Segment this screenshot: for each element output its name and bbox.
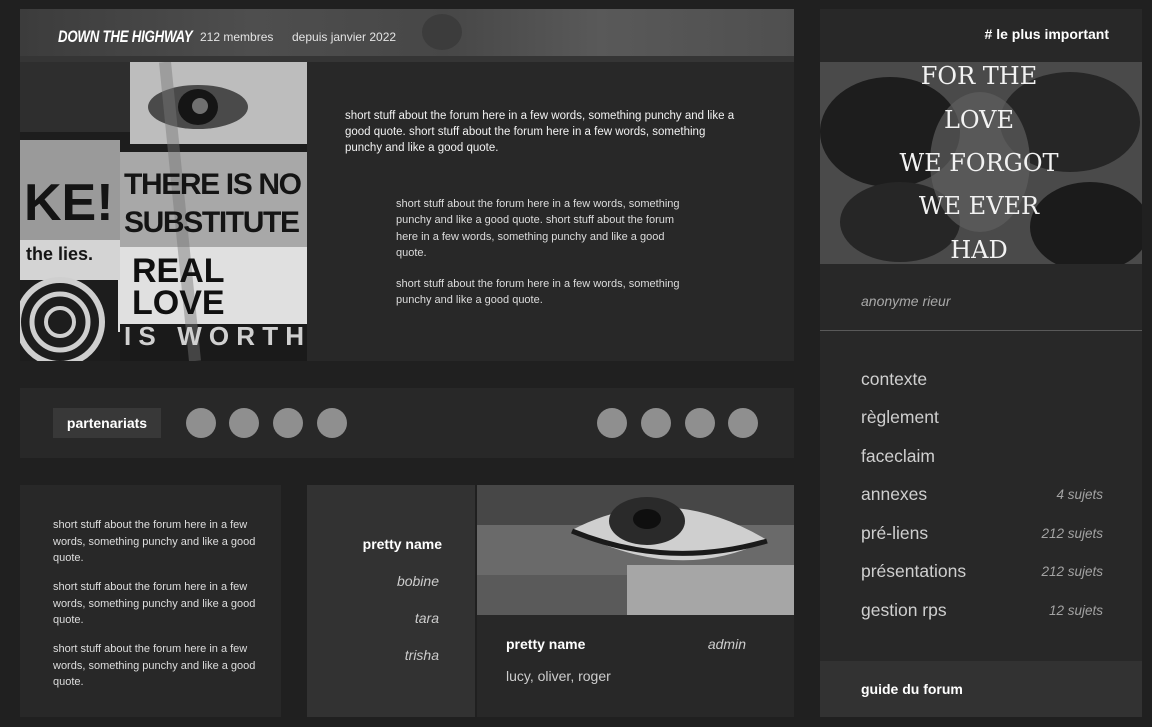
collage-word: KE!	[24, 174, 114, 232]
collage-word: THERE IS NO	[124, 168, 302, 201]
partner-avatar[interactable]	[273, 408, 303, 438]
sidebar-item-count: 12 sujets	[1048, 603, 1103, 618]
sidebar-item-label: faceclaim	[861, 446, 935, 466]
profile-title: pretty name	[506, 636, 586, 652]
artwork-line: FOR THE	[921, 62, 1037, 90]
info-paragraph: short stuff about the forum here in a fe…	[53, 581, 256, 626]
hero-quote-secondary: short stuff about the forum here in a fe…	[396, 198, 680, 259]
profile-card: pretty name admin lucy, oliver, roger	[477, 485, 794, 717]
sidebar-item-label: gestion rps	[861, 600, 947, 620]
header-tree-silhouette	[422, 14, 462, 50]
name-link[interactable]: trisha	[405, 647, 439, 663]
sidebar-item-count: 4 sujets	[1056, 487, 1103, 502]
sidebar-item-faceclaim[interactable]: faceclaim	[861, 446, 1111, 468]
artwork-line: WE EVER	[919, 192, 1040, 220]
partner-avatar[interactable]	[317, 408, 347, 438]
collage-word: LOVE	[132, 284, 225, 322]
partner-avatar[interactable]	[597, 408, 627, 438]
info-paragraph: short stuff about the forum here in a fe…	[53, 643, 256, 688]
partners-panel: partenariats	[20, 388, 794, 458]
collage-word: IS WORTH	[124, 321, 304, 351]
sidebar-item-label: pré-liens	[861, 523, 929, 543]
sidebar-username[interactable]: anonyme rieur	[861, 293, 951, 309]
partner-avatar[interactable]	[728, 408, 758, 438]
sidebar-divider	[820, 330, 1142, 331]
partner-avatar[interactable]	[229, 408, 259, 438]
sidebar-item-reglement[interactable]: règlement	[861, 407, 1111, 429]
sidebar-item-pre-liens[interactable]: pré-liens 212 sujets	[861, 523, 1111, 545]
partner-avatar[interactable]	[186, 408, 216, 438]
info-panel: short stuff about the forum here in a fe…	[20, 485, 281, 717]
sidebar-item-contexte[interactable]: contexte	[861, 369, 1111, 391]
hero-panel: DOWN THE HIGHWAY 212 membres depuis janv…	[20, 9, 794, 361]
sidebar-item-label: présentations	[861, 561, 967, 581]
eye-closeup-image	[477, 485, 794, 615]
sidebar-item-annexes[interactable]: annexes 4 sujets	[861, 484, 1111, 506]
site-title[interactable]: DOWN THE HIGHWAY	[58, 27, 193, 47]
quote-artwork-image: FOR THE LOVE WE FORGOT WE EVER HAD	[820, 62, 1142, 264]
sidebar-item-count: 212 sujets	[1041, 526, 1103, 541]
sidebar-item-label: contexte	[861, 369, 928, 389]
hero-quote-primary: short stuff about the forum here in a fe…	[345, 110, 735, 154]
names-title: pretty name	[362, 536, 442, 552]
collage-word: SUBSTITUTE	[124, 206, 300, 239]
sidebar-item-label: annexes	[861, 484, 928, 504]
sidebar-item-label: règlement	[861, 407, 939, 427]
since-date: depuis janvier 2022	[292, 30, 397, 44]
sidebar-item-count: 212 sujets	[1041, 564, 1103, 579]
partner-avatar[interactable]	[641, 408, 671, 438]
partners-button[interactable]: partenariats	[53, 408, 161, 438]
info-paragraph: short stuff about the forum here in a fe…	[53, 519, 256, 564]
collage-word: the lies.	[26, 244, 93, 264]
hero-header: DOWN THE HIGHWAY 212 membres depuis janv…	[20, 9, 794, 62]
artwork-line: HAD	[950, 236, 1008, 264]
name-link[interactable]: bobine	[397, 573, 439, 589]
sidebar-heading: # le plus important	[984, 26, 1109, 42]
profile-role: admin	[707, 636, 746, 652]
names-panel: pretty name bobine tara trisha	[307, 485, 475, 717]
sidebar-item-presentations[interactable]: présentations 212 sujets	[861, 561, 1111, 583]
name-link[interactable]: tara	[415, 610, 439, 626]
artwork-line: WE FORGOT	[899, 149, 1058, 177]
artwork-line: LOVE	[944, 106, 1014, 134]
partner-avatar[interactable]	[685, 408, 715, 438]
profile-name-list: lucy, oliver, roger	[506, 668, 611, 684]
sidebar: # le plus important FOR THE LOVE WE FORG…	[820, 9, 1142, 717]
member-count: 212 membres	[200, 30, 274, 44]
guide-label: guide du forum	[861, 681, 963, 697]
poster-collage-image: KE! THERE IS NO SUBSTITUTE the lies. REA…	[20, 62, 307, 361]
hero-quote-tertiary: short stuff about the forum here in a fe…	[396, 278, 680, 307]
sidebar-item-gestion-rps[interactable]: gestion rps 12 sujets	[861, 600, 1111, 622]
guide-link[interactable]: guide du forum	[820, 661, 1142, 717]
